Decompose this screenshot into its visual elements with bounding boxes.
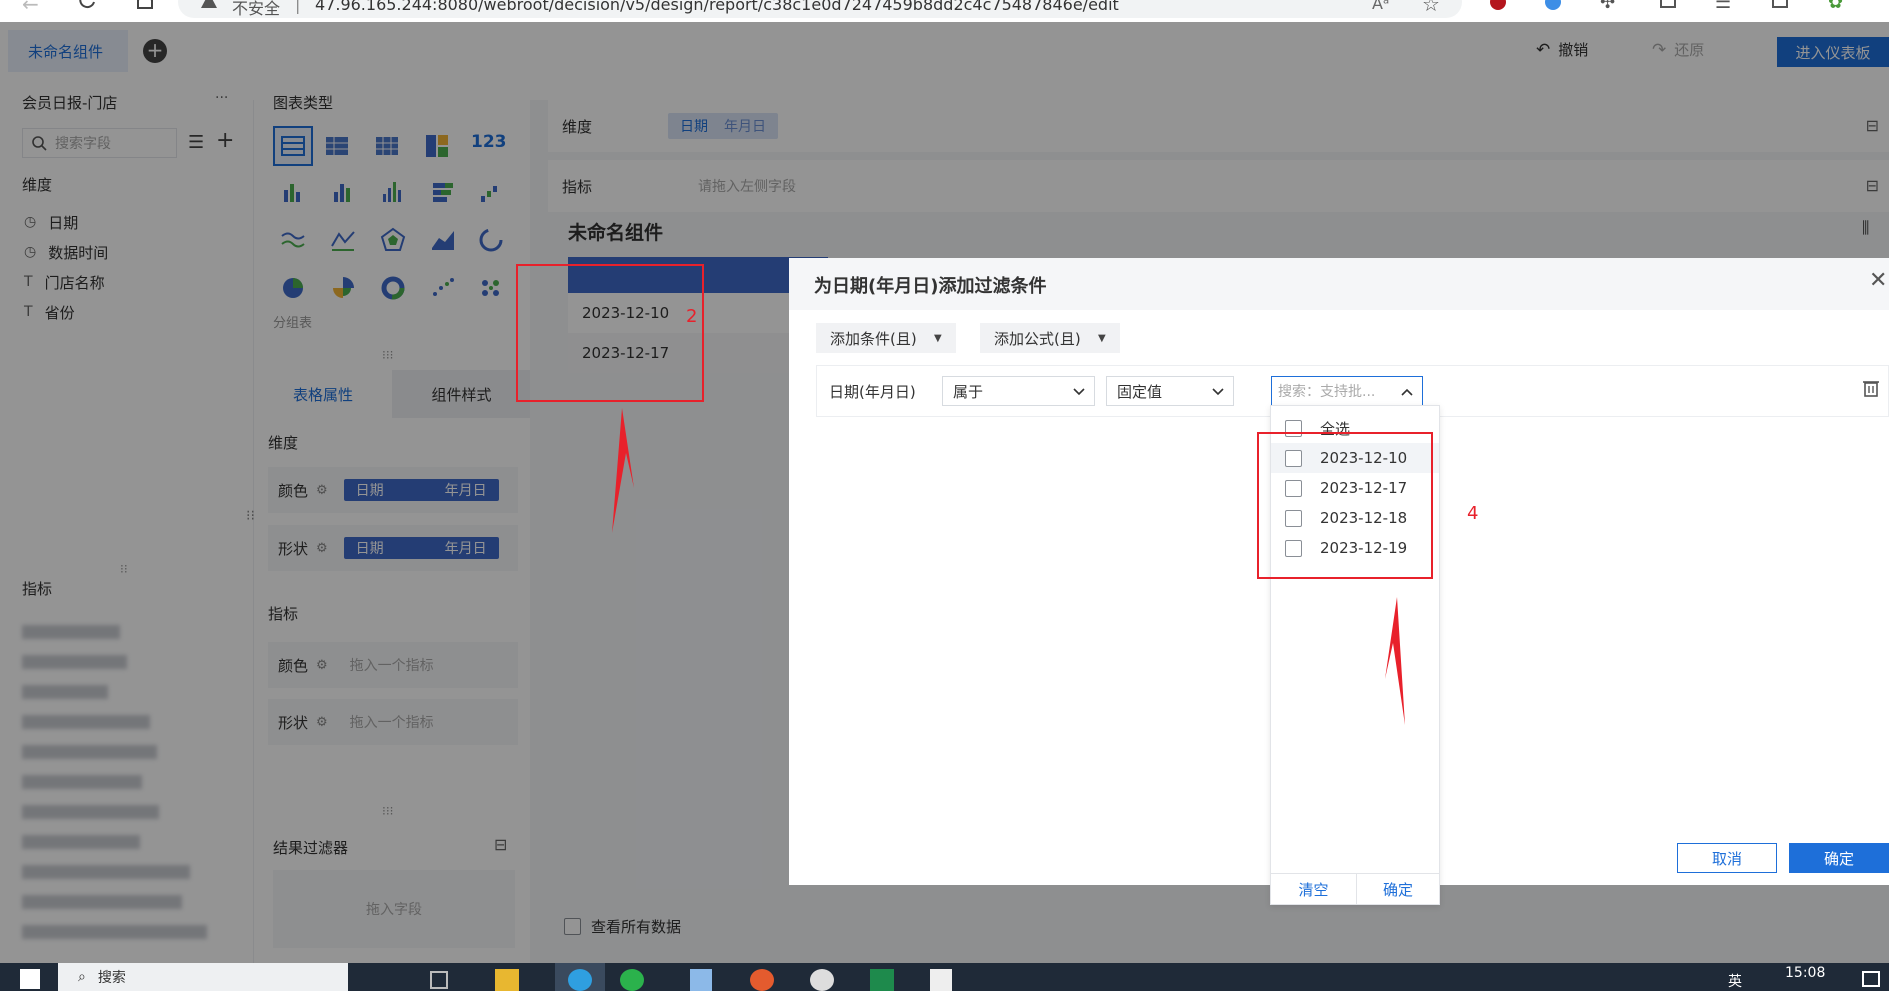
dialog-header: 为日期(年月日)添加过滤条件 ✕ — [789, 258, 1889, 310]
add-formula-label: 添加公式(且) — [994, 329, 1081, 348]
annotation-label-4: 4 — [1467, 503, 1479, 524]
security-label[interactable]: 不安全 — [232, 0, 280, 19]
add-condition-button[interactable]: 添加条件(且) ▼ — [816, 323, 956, 353]
windows-start-icon[interactable] — [20, 969, 40, 989]
chevron-down-icon — [1073, 388, 1085, 396]
caret-down-icon[interactable]: ▼ — [934, 333, 942, 344]
taskbar-search[interactable]: ⌕ 搜索 — [58, 963, 348, 991]
search-icon: ⌕ — [78, 969, 86, 985]
dialog-confirm-button[interactable]: 确定 — [1789, 843, 1889, 873]
app-icon[interactable] — [690, 969, 712, 991]
home-icon[interactable] — [135, 0, 155, 10]
adblock-icon[interactable] — [1490, 0, 1506, 10]
delete-condition-icon[interactable] — [1862, 378, 1880, 398]
operator-value: 属于 — [953, 382, 984, 401]
browser-toolbar: ← 不安全 | 47.96.165.244:8080/webroot/decis… — [0, 0, 1889, 22]
dropdown-clear-button[interactable]: 清空 — [1271, 874, 1357, 904]
extension-icon[interactable] — [1545, 0, 1561, 10]
taskbar-search-label: 搜索 — [97, 970, 126, 986]
split-screen-icon[interactable] — [1660, 0, 1676, 8]
profile-icon[interactable]: ✿ — [1828, 0, 1843, 13]
dialog-cancel-button[interactable]: 取消 — [1677, 843, 1777, 873]
file-explorer-icon[interactable] — [495, 969, 519, 991]
back-icon[interactable]: ← — [22, 0, 39, 16]
refresh-icon[interactable] — [78, 0, 98, 10]
operator-select[interactable]: 属于 — [942, 376, 1095, 406]
value-type-value: 固定值 — [1117, 382, 1163, 401]
value-type-select[interactable]: 固定值 — [1106, 376, 1234, 406]
task-view-icon[interactable] — [430, 971, 448, 989]
puzzle-icon[interactable]: ✣ — [1600, 0, 1615, 13]
add-formula-button[interactable]: 添加公式(且) ▼ — [980, 323, 1120, 353]
url-separator: | — [295, 0, 301, 14]
wechat-icon[interactable] — [620, 969, 644, 991]
ime-indicator[interactable]: 英 — [1728, 971, 1742, 991]
warning-icon[interactable] — [200, 0, 218, 10]
add-condition-label: 添加条件(且) — [830, 329, 917, 348]
close-icon[interactable]: ✕ — [1869, 268, 1887, 293]
favorite-star-icon[interactable]: ☆ — [1422, 0, 1440, 16]
notepad-icon[interactable] — [930, 969, 952, 991]
annotation-box-2 — [516, 264, 704, 402]
app-icon[interactable] — [810, 969, 834, 991]
annotation-box-4 — [1257, 432, 1433, 579]
dropdown-footer: 清空 确定 — [1271, 873, 1439, 904]
notification-icon[interactable] — [1862, 971, 1880, 987]
annotation-arrow-up-icon — [612, 408, 634, 533]
annotation-label-2: 2 — [686, 306, 698, 327]
dialog-title: 为日期(年月日)添加过滤条件 — [814, 276, 1047, 297]
os-taskbar: ⌕ 搜索 英 15:08 — [0, 963, 1889, 991]
annotation-arrow-up-icon — [1385, 597, 1405, 725]
chevron-up-icon — [1401, 388, 1413, 396]
value-search-input[interactable]: 搜索：支持批... — [1271, 376, 1423, 406]
favorites-list-icon[interactable]: ☰ — [1715, 0, 1731, 13]
dropdown-confirm-button[interactable]: 确定 — [1357, 874, 1439, 904]
app-icon[interactable] — [750, 969, 774, 991]
url-text[interactable]: 47.96.165.244:8080/webroot/decision/v5/d… — [315, 0, 1119, 14]
search-placeholder: 搜索：支持批... — [1278, 384, 1376, 400]
read-aloud-icon[interactable]: Aᵃ — [1372, 0, 1389, 13]
excel-icon[interactable] — [870, 969, 894, 991]
condition-field: 日期(年月日) — [829, 383, 916, 401]
edge-browser-icon[interactable] — [555, 963, 605, 991]
collections-icon[interactable] — [1772, 0, 1788, 8]
chevron-down-icon — [1212, 388, 1224, 396]
taskbar-clock[interactable]: 15:08 — [1785, 965, 1825, 981]
caret-down-icon[interactable]: ▼ — [1098, 333, 1106, 344]
